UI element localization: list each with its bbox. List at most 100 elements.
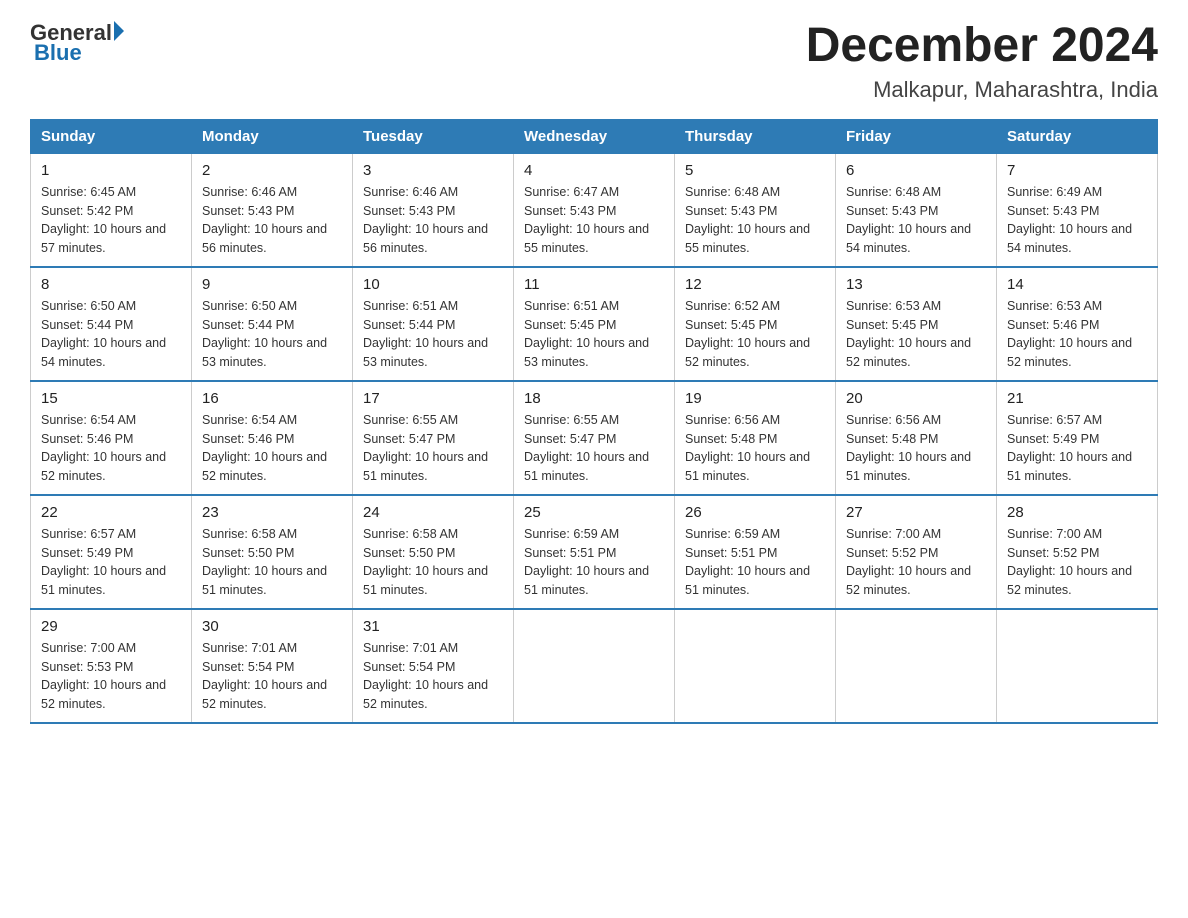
calendar-day-cell: 14 Sunrise: 6:53 AMSunset: 5:46 PMDaylig… [997,267,1158,381]
day-info: Sunrise: 6:59 AMSunset: 5:51 PMDaylight:… [685,527,810,597]
day-number: 20 [846,390,986,407]
day-number: 6 [846,162,986,179]
logo: General Blue [30,20,124,66]
calendar-day-cell: 26 Sunrise: 6:59 AMSunset: 5:51 PMDaylig… [675,495,836,609]
day-number: 21 [1007,390,1147,407]
weekday-header-friday: Friday [836,119,997,153]
month-title: December 2024 [806,20,1158,73]
day-info: Sunrise: 6:55 AMSunset: 5:47 PMDaylight:… [524,413,649,483]
day-info: Sunrise: 6:57 AMSunset: 5:49 PMDaylight:… [41,527,166,597]
calendar-day-cell [997,609,1158,723]
day-number: 22 [41,504,181,521]
day-info: Sunrise: 6:51 AMSunset: 5:45 PMDaylight:… [524,299,649,369]
day-info: Sunrise: 7:00 AMSunset: 5:52 PMDaylight:… [846,527,971,597]
calendar-day-cell: 22 Sunrise: 6:57 AMSunset: 5:49 PMDaylig… [31,495,192,609]
day-info: Sunrise: 6:59 AMSunset: 5:51 PMDaylight:… [524,527,649,597]
calendar-day-cell [675,609,836,723]
day-number: 14 [1007,276,1147,293]
day-info: Sunrise: 7:01 AMSunset: 5:54 PMDaylight:… [363,641,488,711]
day-info: Sunrise: 6:45 AMSunset: 5:42 PMDaylight:… [41,185,166,255]
calendar-day-cell: 8 Sunrise: 6:50 AMSunset: 5:44 PMDayligh… [31,267,192,381]
day-number: 7 [1007,162,1147,179]
calendar-week-row: 22 Sunrise: 6:57 AMSunset: 5:49 PMDaylig… [31,495,1158,609]
day-info: Sunrise: 6:53 AMSunset: 5:46 PMDaylight:… [1007,299,1132,369]
day-number: 16 [202,390,342,407]
calendar-week-row: 29 Sunrise: 7:00 AMSunset: 5:53 PMDaylig… [31,609,1158,723]
day-number: 5 [685,162,825,179]
day-number: 30 [202,618,342,635]
weekday-header-tuesday: Tuesday [353,119,514,153]
day-number: 10 [363,276,503,293]
calendar-day-cell: 1 Sunrise: 6:45 AMSunset: 5:42 PMDayligh… [31,153,192,267]
day-number: 27 [846,504,986,521]
day-number: 9 [202,276,342,293]
calendar-week-row: 15 Sunrise: 6:54 AMSunset: 5:46 PMDaylig… [31,381,1158,495]
day-info: Sunrise: 6:58 AMSunset: 5:50 PMDaylight:… [202,527,327,597]
calendar-day-cell: 21 Sunrise: 6:57 AMSunset: 5:49 PMDaylig… [997,381,1158,495]
weekday-header-saturday: Saturday [997,119,1158,153]
calendar-day-cell: 9 Sunrise: 6:50 AMSunset: 5:44 PMDayligh… [192,267,353,381]
calendar-day-cell: 23 Sunrise: 6:58 AMSunset: 5:50 PMDaylig… [192,495,353,609]
calendar-day-cell: 27 Sunrise: 7:00 AMSunset: 5:52 PMDaylig… [836,495,997,609]
page-header: General Blue December 2024 Malkapur, Mah… [30,20,1158,103]
day-number: 2 [202,162,342,179]
location-subtitle: Malkapur, Maharashtra, India [806,77,1158,103]
day-info: Sunrise: 7:00 AMSunset: 5:53 PMDaylight:… [41,641,166,711]
calendar-day-cell: 20 Sunrise: 6:56 AMSunset: 5:48 PMDaylig… [836,381,997,495]
calendar-day-cell: 7 Sunrise: 6:49 AMSunset: 5:43 PMDayligh… [997,153,1158,267]
day-info: Sunrise: 7:01 AMSunset: 5:54 PMDaylight:… [202,641,327,711]
day-number: 8 [41,276,181,293]
day-info: Sunrise: 6:54 AMSunset: 5:46 PMDaylight:… [202,413,327,483]
day-info: Sunrise: 6:49 AMSunset: 5:43 PMDaylight:… [1007,185,1132,255]
weekday-header-monday: Monday [192,119,353,153]
calendar-day-cell: 31 Sunrise: 7:01 AMSunset: 5:54 PMDaylig… [353,609,514,723]
day-number: 26 [685,504,825,521]
day-number: 23 [202,504,342,521]
day-number: 3 [363,162,503,179]
calendar-day-cell: 5 Sunrise: 6:48 AMSunset: 5:43 PMDayligh… [675,153,836,267]
day-number: 17 [363,390,503,407]
day-number: 24 [363,504,503,521]
calendar-day-cell [514,609,675,723]
day-info: Sunrise: 6:53 AMSunset: 5:45 PMDaylight:… [846,299,971,369]
calendar-day-cell [836,609,997,723]
day-number: 4 [524,162,664,179]
day-info: Sunrise: 6:48 AMSunset: 5:43 PMDaylight:… [685,185,810,255]
day-info: Sunrise: 6:54 AMSunset: 5:46 PMDaylight:… [41,413,166,483]
logo-arrow-icon [114,21,124,41]
day-info: Sunrise: 6:56 AMSunset: 5:48 PMDaylight:… [685,413,810,483]
calendar-day-cell: 6 Sunrise: 6:48 AMSunset: 5:43 PMDayligh… [836,153,997,267]
calendar-day-cell: 16 Sunrise: 6:54 AMSunset: 5:46 PMDaylig… [192,381,353,495]
calendar-week-row: 1 Sunrise: 6:45 AMSunset: 5:42 PMDayligh… [31,153,1158,267]
calendar-day-cell: 19 Sunrise: 6:56 AMSunset: 5:48 PMDaylig… [675,381,836,495]
day-info: Sunrise: 6:47 AMSunset: 5:43 PMDaylight:… [524,185,649,255]
calendar-day-cell: 30 Sunrise: 7:01 AMSunset: 5:54 PMDaylig… [192,609,353,723]
weekday-header-wednesday: Wednesday [514,119,675,153]
day-number: 28 [1007,504,1147,521]
day-number: 11 [524,276,664,293]
day-number: 13 [846,276,986,293]
day-number: 25 [524,504,664,521]
day-info: Sunrise: 6:56 AMSunset: 5:48 PMDaylight:… [846,413,971,483]
calendar-day-cell: 24 Sunrise: 6:58 AMSunset: 5:50 PMDaylig… [353,495,514,609]
day-info: Sunrise: 6:57 AMSunset: 5:49 PMDaylight:… [1007,413,1132,483]
calendar-day-cell: 12 Sunrise: 6:52 AMSunset: 5:45 PMDaylig… [675,267,836,381]
day-info: Sunrise: 6:58 AMSunset: 5:50 PMDaylight:… [363,527,488,597]
calendar-table: SundayMondayTuesdayWednesdayThursdayFrid… [30,119,1158,724]
day-info: Sunrise: 6:48 AMSunset: 5:43 PMDaylight:… [846,185,971,255]
calendar-day-cell: 2 Sunrise: 6:46 AMSunset: 5:43 PMDayligh… [192,153,353,267]
day-number: 15 [41,390,181,407]
logo-blue-text: Blue [34,40,82,65]
day-number: 31 [363,618,503,635]
day-number: 18 [524,390,664,407]
day-number: 12 [685,276,825,293]
calendar-day-cell: 15 Sunrise: 6:54 AMSunset: 5:46 PMDaylig… [31,381,192,495]
day-info: Sunrise: 6:50 AMSunset: 5:44 PMDaylight:… [202,299,327,369]
calendar-day-cell: 29 Sunrise: 7:00 AMSunset: 5:53 PMDaylig… [31,609,192,723]
calendar-day-cell: 25 Sunrise: 6:59 AMSunset: 5:51 PMDaylig… [514,495,675,609]
weekday-header-sunday: Sunday [31,119,192,153]
calendar-day-cell: 10 Sunrise: 6:51 AMSunset: 5:44 PMDaylig… [353,267,514,381]
day-info: Sunrise: 6:46 AMSunset: 5:43 PMDaylight:… [363,185,488,255]
day-info: Sunrise: 6:51 AMSunset: 5:44 PMDaylight:… [363,299,488,369]
day-number: 1 [41,162,181,179]
